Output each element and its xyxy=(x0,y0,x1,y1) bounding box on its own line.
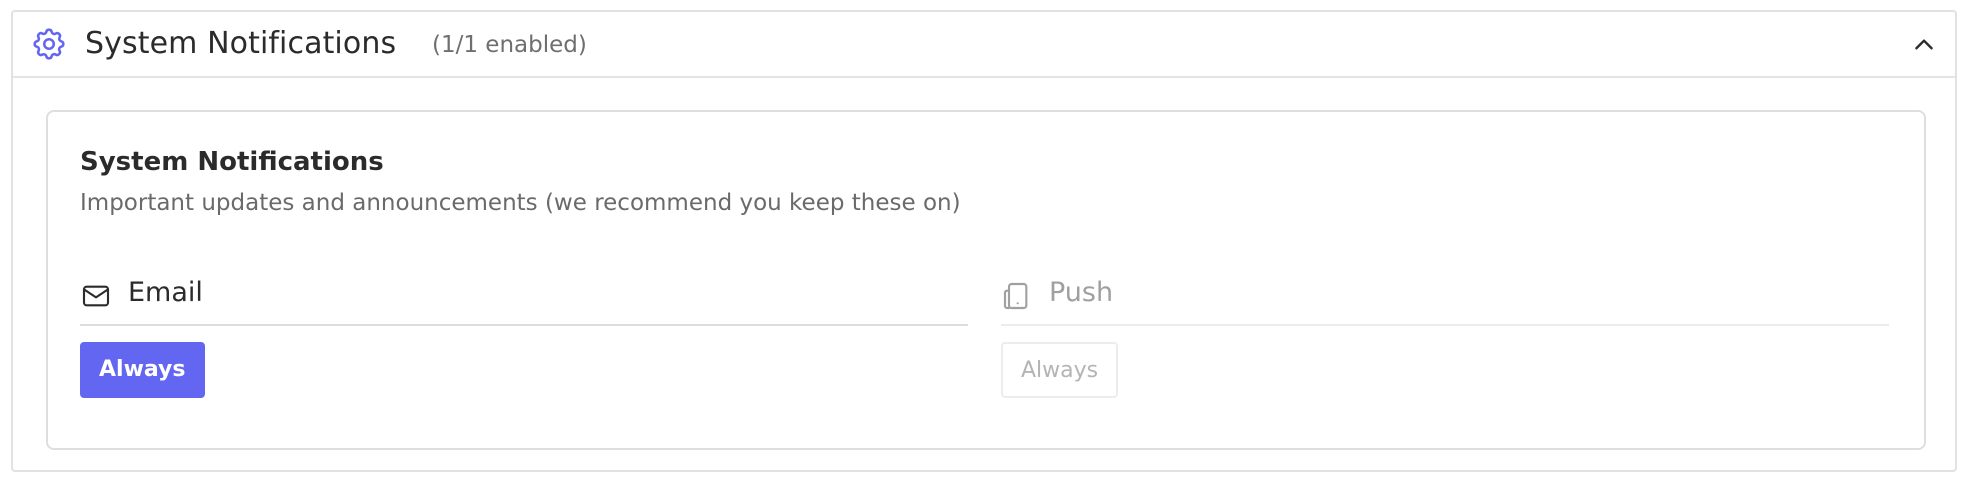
channel-label: Push xyxy=(1049,277,1114,308)
section-header[interactable]: System Notifications (1/1 enabled) xyxy=(13,12,1955,78)
chevron-up-icon[interactable] xyxy=(1911,32,1937,58)
notification-section-panel: System Notifications (1/1 enabled) Syste… xyxy=(11,10,1957,472)
channel-push: Push Always xyxy=(1001,274,1889,398)
mail-icon xyxy=(82,285,110,307)
channel-header: Email xyxy=(80,274,968,326)
mobile-device-icon xyxy=(1003,282,1028,310)
enabled-count: (1/1 enabled) xyxy=(432,32,587,58)
channel-header: Push xyxy=(1001,274,1889,326)
push-always-button[interactable]: Always xyxy=(1001,342,1119,398)
channel-email: Email Always xyxy=(80,274,968,398)
channel-label: Email xyxy=(128,277,203,308)
card-title: System Notifications xyxy=(80,147,384,177)
section-title: System Notifications xyxy=(85,26,397,61)
email-always-button[interactable]: Always xyxy=(80,342,205,398)
notification-card: System Notifications Important updates a… xyxy=(46,110,1926,450)
gear-icon xyxy=(33,28,65,60)
card-description: Important updates and announcements (we … xyxy=(80,190,961,216)
